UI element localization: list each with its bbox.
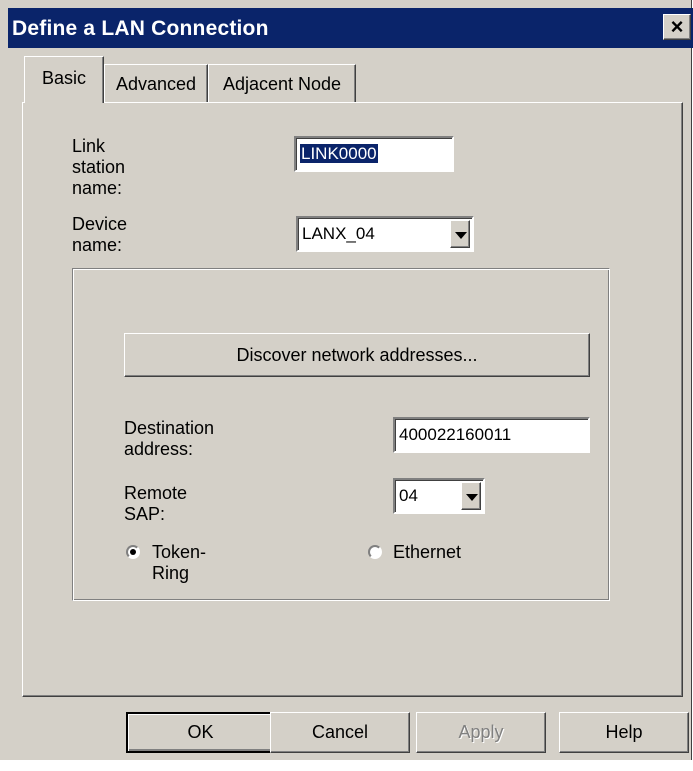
apply-button-label: Apply xyxy=(458,722,504,742)
destination-address-input[interactable]: 400022160011 xyxy=(393,417,590,453)
token-ring-radio[interactable] xyxy=(126,545,140,559)
tab-basic-label: Basic xyxy=(41,68,86,88)
destination-address-label: Destination address: xyxy=(124,418,215,459)
cancel-button-label: Cancel xyxy=(311,722,369,742)
close-button[interactable]: × xyxy=(663,14,691,40)
ethernet-label[interactable]: Ethernet xyxy=(393,542,461,563)
discover-button-label: Discover network addresses... xyxy=(236,345,478,365)
link-station-name-label: Link station name: xyxy=(72,136,126,198)
chevron-down-icon[interactable] xyxy=(461,482,481,510)
device-name-label: Device name: xyxy=(72,214,128,255)
remote-sap-select[interactable]: 04 xyxy=(393,478,485,514)
dialog-window: Define a LAN Connection × Basic Advanced… xyxy=(0,0,693,760)
apply-button[interactable]: Apply xyxy=(416,712,546,753)
token-ring-label[interactable]: Token-Ring xyxy=(152,542,206,584)
tab-adjacent-node[interactable]: Adjacent Node xyxy=(208,64,356,102)
remote-sap-label: Remote SAP: xyxy=(124,483,188,524)
device-name-select[interactable]: LANX_04 xyxy=(296,216,474,252)
cancel-button[interactable]: Cancel xyxy=(270,712,410,753)
device-name-value: LANX_04 xyxy=(302,224,375,243)
help-button-label: Help xyxy=(605,722,643,742)
window-title: Define a LAN Connection xyxy=(12,17,269,40)
close-icon: × xyxy=(670,14,684,39)
tab-advanced[interactable]: Advanced xyxy=(104,64,208,102)
remote-sap-value: 04 xyxy=(399,486,418,505)
destination-address-value: 400022160011 xyxy=(399,425,512,444)
discover-network-addresses-button[interactable]: Discover network addresses... xyxy=(124,333,590,377)
help-button[interactable]: Help xyxy=(559,712,689,753)
ethernet-radio[interactable] xyxy=(368,545,382,559)
link-station-name-value: LINK0000 xyxy=(300,144,378,163)
link-station-name-input[interactable]: LINK0000 xyxy=(294,136,454,172)
ok-button-label: OK xyxy=(187,722,214,742)
ok-button[interactable]: OK xyxy=(126,712,275,753)
tab-advanced-label: Advanced xyxy=(115,74,197,94)
chevron-down-icon[interactable] xyxy=(450,220,470,248)
tab-basic[interactable]: Basic xyxy=(24,56,104,103)
title-bar[interactable]: Define a LAN Connection × xyxy=(8,8,693,48)
tab-adjacent-node-label: Adjacent Node xyxy=(222,74,342,94)
